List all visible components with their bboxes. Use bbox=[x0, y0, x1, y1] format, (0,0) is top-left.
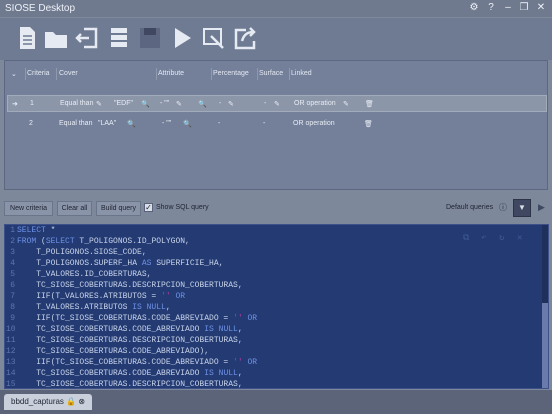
close-icon[interactable]: ✕ bbox=[535, 2, 547, 14]
linked-edit-icon[interactable]: ✎ bbox=[343, 100, 349, 108]
maximize-icon[interactable]: ❐ bbox=[518, 2, 530, 14]
copy-icon[interactable]: ⧉ bbox=[463, 233, 469, 243]
editor-tools: ⧉ ↶ ↻ ✕ bbox=[463, 233, 533, 245]
run-icon[interactable] bbox=[169, 24, 195, 52]
save-icon[interactable] bbox=[137, 24, 163, 52]
sql-scrollbar[interactable] bbox=[542, 225, 548, 388]
header-percentage[interactable]: Percentage bbox=[213, 70, 249, 77]
surface-edit-icon[interactable]: ✎ bbox=[274, 100, 280, 108]
cover-search-icon[interactable]: 🔍 bbox=[141, 100, 150, 108]
criteria-row[interactable]: 2 Equal than "LAA" 🔍 - "" 🔍 - - OR opera… bbox=[7, 116, 547, 133]
attribute-search-icon[interactable]: 🔍 bbox=[198, 100, 207, 108]
current-row-arrow-icon: ➜ bbox=[12, 101, 18, 108]
toolbar bbox=[0, 18, 552, 60]
sql-editor[interactable]: 1 SELECT * 2 FROM (SELECT T_POLIGONOS.ID_P… bbox=[4, 224, 549, 389]
default-queries-dropdown[interactable]: ▼ bbox=[513, 199, 531, 217]
status-bar: bbdd_capturas 🔒 ⊗ bbox=[0, 390, 552, 414]
expand-icon[interactable]: ⌄ bbox=[11, 70, 17, 78]
criteria-header: ⌄ Criteria Cover Attribute Percentage Su… bbox=[5, 67, 547, 81]
run-default-query-icon[interactable]: ▶ bbox=[538, 202, 545, 213]
clear-all-button[interactable]: Clear all bbox=[57, 201, 92, 216]
minimize-icon[interactable]: – bbox=[502, 2, 514, 14]
app-window: SIOSE Desktop ⚙ ? – ❐ ✕ ⌄ Criteria Cover… bbox=[0, 0, 552, 414]
new-criteria-button[interactable]: New criteria bbox=[4, 201, 53, 216]
new-document-icon[interactable] bbox=[14, 24, 40, 52]
edit-query-icon[interactable] bbox=[201, 24, 227, 52]
delete-row-icon[interactable]: 🗑 bbox=[365, 100, 374, 108]
attribute-edit-icon[interactable]: ✎ bbox=[176, 100, 182, 108]
database-icon[interactable] bbox=[106, 24, 132, 52]
clear-icon[interactable]: ✕ bbox=[517, 233, 522, 243]
build-query-button[interactable]: Build query bbox=[96, 201, 141, 216]
criteria-row[interactable]: ➜ 1 Equal than ✎ "EDF" 🔍 - "" ✎ 🔍 - ✎ - … bbox=[7, 95, 547, 112]
help-icon[interactable]: ? bbox=[485, 2, 497, 14]
default-queries-label: Default queries bbox=[446, 204, 494, 211]
header-attribute[interactable]: Attribute bbox=[158, 70, 184, 77]
percentage-edit-icon[interactable]: ✎ bbox=[228, 100, 234, 108]
cover-edit-icon[interactable]: ✎ bbox=[96, 100, 102, 108]
query-controls: New criteria Clear all Build query ✓ Sho… bbox=[0, 196, 552, 220]
show-sql-label: Show SQL query bbox=[156, 204, 209, 211]
criteria-panel: ⌄ Criteria Cover Attribute Percentage Su… bbox=[4, 60, 548, 190]
open-folder-icon[interactable] bbox=[43, 24, 69, 52]
help-circle-icon[interactable]: ⓘ bbox=[499, 202, 507, 213]
window-title: SIOSE Desktop bbox=[5, 3, 76, 14]
import-icon[interactable] bbox=[74, 24, 100, 52]
cover-search-icon[interactable]: 🔍 bbox=[127, 120, 136, 128]
lock-icon: 🔒 bbox=[66, 397, 77, 406]
database-tab[interactable]: bbdd_capturas 🔒 ⊗ bbox=[4, 394, 92, 410]
delete-row-icon[interactable]: 🗑 bbox=[364, 120, 373, 128]
settings-gear-icon[interactable]: ⚙ bbox=[468, 2, 480, 14]
header-cover[interactable]: Cover bbox=[59, 70, 78, 77]
close-tab-icon[interactable]: ⊗ bbox=[78, 397, 85, 406]
database-tab-label: bbdd_capturas bbox=[11, 397, 64, 406]
header-linked[interactable]: Linked bbox=[291, 70, 312, 77]
attribute-search-icon[interactable]: 🔍 bbox=[183, 120, 192, 128]
show-sql-checkbox[interactable]: ✓ bbox=[144, 203, 153, 212]
header-surface[interactable]: Surface bbox=[259, 70, 283, 77]
header-criteria[interactable]: Criteria bbox=[27, 70, 50, 77]
title-bar: SIOSE Desktop ⚙ ? – ❐ ✕ bbox=[0, 0, 552, 17]
undo-icon[interactable]: ↶ bbox=[481, 233, 486, 243]
export-icon[interactable] bbox=[232, 24, 258, 52]
refresh-icon[interactable]: ↻ bbox=[499, 233, 504, 243]
